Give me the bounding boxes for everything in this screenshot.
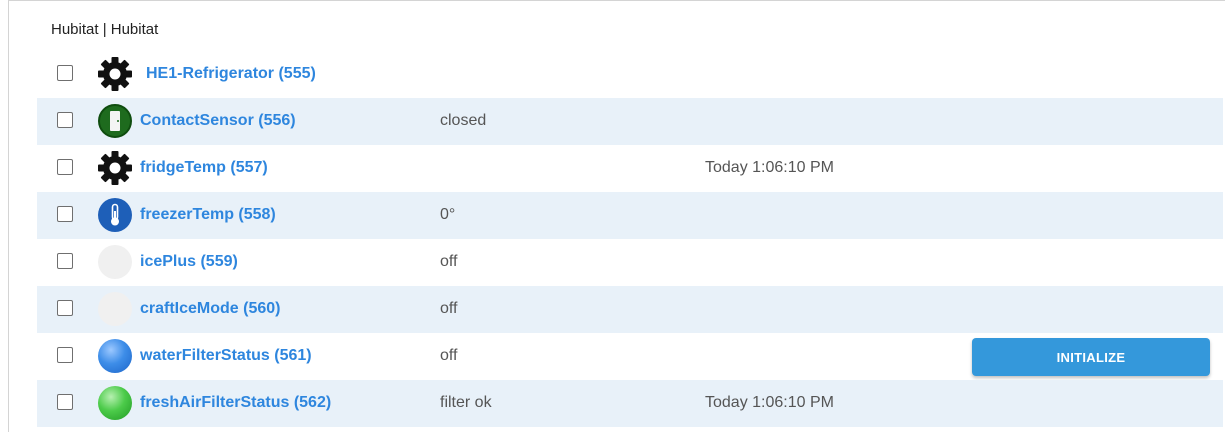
device-last-activity: Today 1:06:10 PM (705, 159, 834, 176)
group-header: Hubitat | Hubitat (51, 21, 159, 38)
device-row: icePlus (559) off (37, 239, 1223, 286)
blank-icon (98, 292, 132, 326)
green-sphere-icon (98, 386, 132, 420)
row-checkbox[interactable] (57, 300, 73, 316)
gear-icon (98, 151, 132, 185)
device-state: filter ok (440, 394, 492, 411)
row-checkbox[interactable] (57, 112, 73, 128)
device-row: ContactSensor (556) closed (37, 98, 1223, 145)
row-checkbox[interactable] (57, 159, 73, 175)
device-row: craftIceMode (560) off (37, 286, 1223, 333)
thermometer-icon (98, 198, 132, 232)
device-list: HE1-Refrigerator (555) ContactSensor (55… (37, 51, 1223, 427)
device-state: 0° (440, 206, 456, 223)
device-link[interactable]: HE1-Refrigerator (555) (146, 65, 316, 83)
device-row: fridgeTemp (557) Today 1:06:10 PM (37, 145, 1223, 192)
device-link[interactable]: waterFilterStatus (561) (140, 347, 312, 365)
device-state: closed (440, 112, 487, 129)
device-last-activity: Today 1:06:10 PM (705, 394, 834, 411)
device-row: freshAirFilterStatus (562) filter ok Tod… (37, 380, 1223, 427)
device-link[interactable]: icePlus (559) (140, 253, 238, 271)
device-row: freezerTemp (558) 0° (37, 192, 1223, 239)
blue-sphere-icon (98, 339, 132, 373)
gear-icon (98, 57, 132, 91)
device-state: off (440, 347, 458, 364)
device-link[interactable]: fridgeTemp (557) (140, 159, 268, 177)
device-link[interactable]: freshAirFilterStatus (562) (140, 394, 331, 412)
device-link[interactable]: freezerTemp (558) (140, 206, 276, 224)
device-panel: Hubitat | Hubitat HE1-Refrigerator (555)… (8, 0, 1225, 432)
row-checkbox[interactable] (57, 65, 73, 81)
device-link[interactable]: craftIceMode (560) (140, 300, 281, 318)
row-checkbox[interactable] (57, 347, 73, 363)
row-checkbox[interactable] (57, 206, 73, 222)
device-link[interactable]: ContactSensor (556) (140, 112, 296, 130)
row-checkbox[interactable] (57, 253, 73, 269)
device-state: off (440, 300, 458, 317)
contact-door-icon (98, 104, 132, 138)
blank-icon (98, 245, 132, 279)
device-row: waterFilterStatus (561) off INITIALIZE (37, 333, 1223, 380)
device-row: HE1-Refrigerator (555) (37, 51, 1223, 98)
device-state: off (440, 253, 458, 270)
row-checkbox[interactable] (57, 394, 73, 410)
initialize-button[interactable]: INITIALIZE (972, 338, 1210, 376)
